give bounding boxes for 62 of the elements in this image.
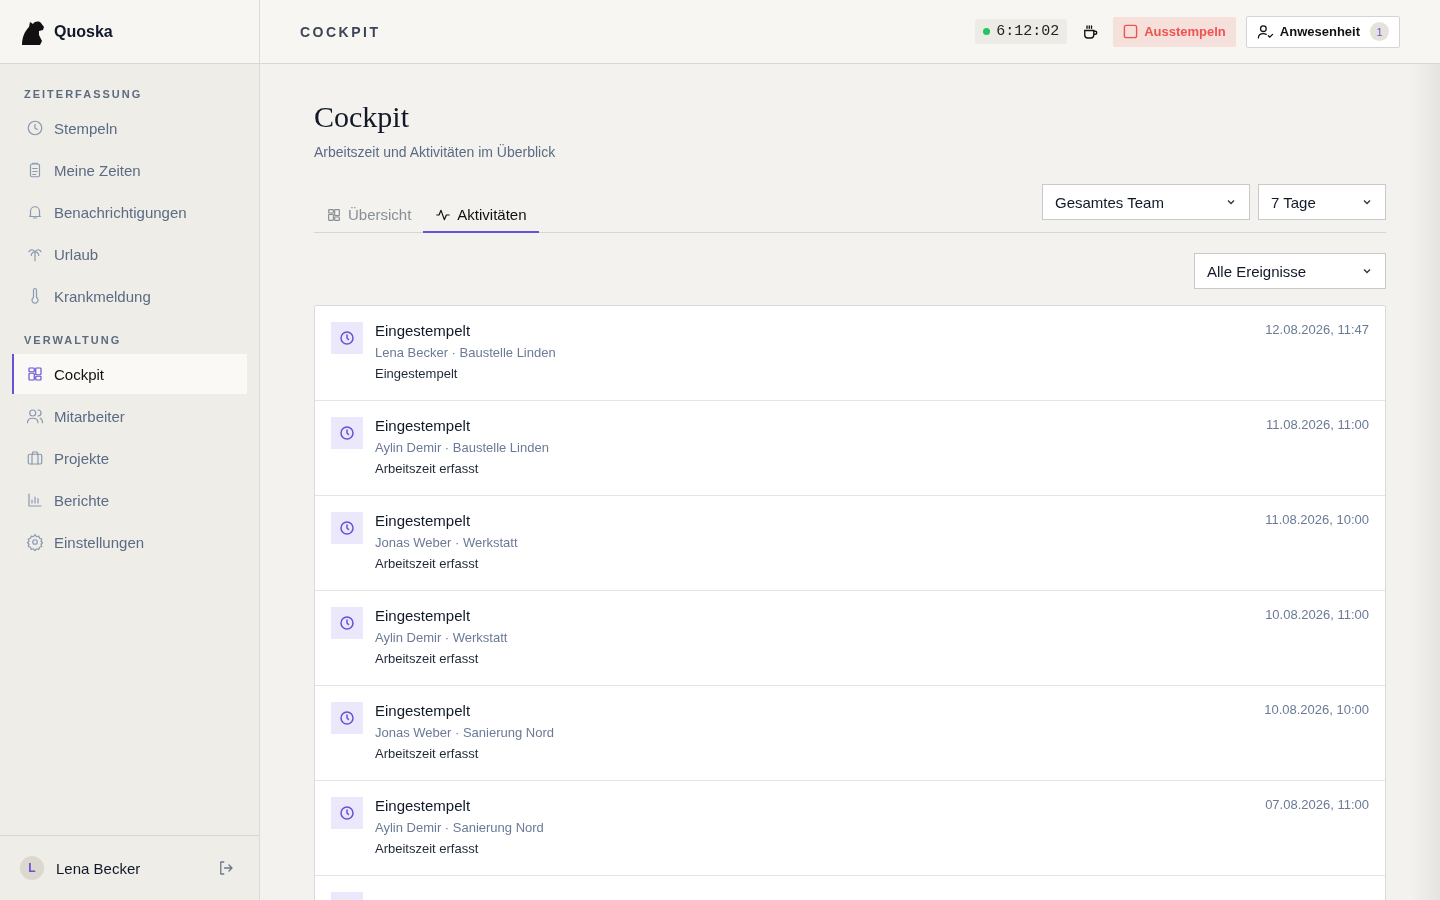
sidebar-item[interactable]: Meine Zeiten (12, 150, 247, 190)
sidebar-item[interactable]: Krankmeldung (12, 276, 247, 316)
activity-detail: Arbeitszeit erfasst (375, 746, 479, 761)
tab[interactable]: Aktivitäten (423, 206, 539, 233)
tab[interactable]: Übersicht (314, 206, 424, 233)
activity-title: Eingestempelt (375, 607, 471, 624)
activity-time: 11.08.2026, 10:00 (1265, 512, 1369, 527)
activity-meta: Lena Becker · Baustelle Linden (375, 345, 556, 360)
activity-detail: Arbeitszeit erfasst (375, 651, 479, 666)
sidebar-item[interactable]: Mitarbeiter (12, 396, 247, 436)
count-badge: 1 (1370, 22, 1389, 41)
activity-detail: Arbeitszeit erfasst (375, 556, 479, 571)
attendance-button[interactable]: Anwesenheit 1 (1245, 15, 1400, 48)
sidebar-item[interactable]: Einstellungen (12, 522, 247, 562)
activity-title: Eingestempelt (375, 512, 471, 529)
header-title: COCKPIT (300, 23, 381, 40)
logout-icon (217, 859, 235, 877)
activity-detail: Eingestempelt (375, 366, 458, 381)
clock-out-button[interactable]: Ausstempeln (1113, 16, 1236, 47)
activity-meta: Aylin Demir · Baustelle Linden (375, 440, 549, 455)
grid-icon (326, 206, 342, 223)
activity-time: 11.08.2026, 11:00 (1266, 417, 1369, 432)
activity-meta: Jonas Weber · Sanierung Nord (375, 725, 554, 740)
activity-title: Eingestempelt (375, 702, 471, 719)
timer-text: 6:12:02 (996, 23, 1060, 40)
stop-icon (1123, 24, 1139, 39)
user-check-icon (1256, 23, 1274, 40)
activity-time: 12.08.2026, 11:47 (1265, 322, 1369, 337)
activity-meta: Aylin Demir · Werkstatt (375, 630, 508, 645)
event-select[interactable]: Alle Ereignisse (1194, 253, 1386, 289)
activity-title: Eingestempelt (375, 322, 471, 339)
activity-title: Eingestempelt (375, 417, 471, 434)
activity-time: 10.08.2026, 11:00 (1265, 607, 1369, 622)
settings-icon (26, 533, 44, 551)
dashboard-icon (26, 365, 44, 383)
bell-icon (26, 203, 44, 221)
section-heading: ZEITERFASSUNG (23, 88, 144, 102)
bar-chart-icon (26, 491, 44, 509)
user-name: Lena Becker (56, 859, 142, 877)
page-title: Cockpit (314, 100, 410, 134)
activity-meta: Aylin Demir · Sanierung Nord (375, 820, 544, 835)
sidebar-item[interactable]: Projekte (12, 438, 247, 478)
activity-detail: Arbeitszeit erfasst (375, 461, 479, 476)
activity-title: Eingestempelt (375, 797, 471, 814)
section-heading: VERWALTUNG (23, 334, 123, 348)
coffee-cup-icon (1081, 22, 1100, 41)
sidebar-item[interactable]: Urlaub (12, 234, 247, 274)
user-avatar: L (20, 856, 44, 880)
sidebar-item[interactable]: Cockpit (12, 354, 247, 394)
team-select[interactable]: Gesamtes Team (1042, 184, 1250, 220)
range-select[interactable]: 7 Tage (1258, 184, 1386, 220)
sidebar-item[interactable]: Stempeln (12, 108, 247, 148)
app-name: Quoska (54, 22, 113, 41)
sidebar-item[interactable]: Berichte (12, 480, 247, 520)
activity-detail: Arbeitszeit erfasst (375, 841, 479, 856)
activity-meta: Jonas Weber · Werkstatt (375, 535, 518, 550)
briefcase-icon (26, 449, 44, 467)
activity-time: 07.08.2026, 11:00 (1265, 797, 1369, 812)
activity-time: 10.08.2026, 10:00 (1264, 702, 1369, 717)
page-subtitle: Arbeitszeit und Aktivitäten im Überblick (314, 144, 557, 160)
users-icon (26, 407, 44, 425)
sidebar-item[interactable]: Benachrichtigungen (12, 192, 247, 232)
